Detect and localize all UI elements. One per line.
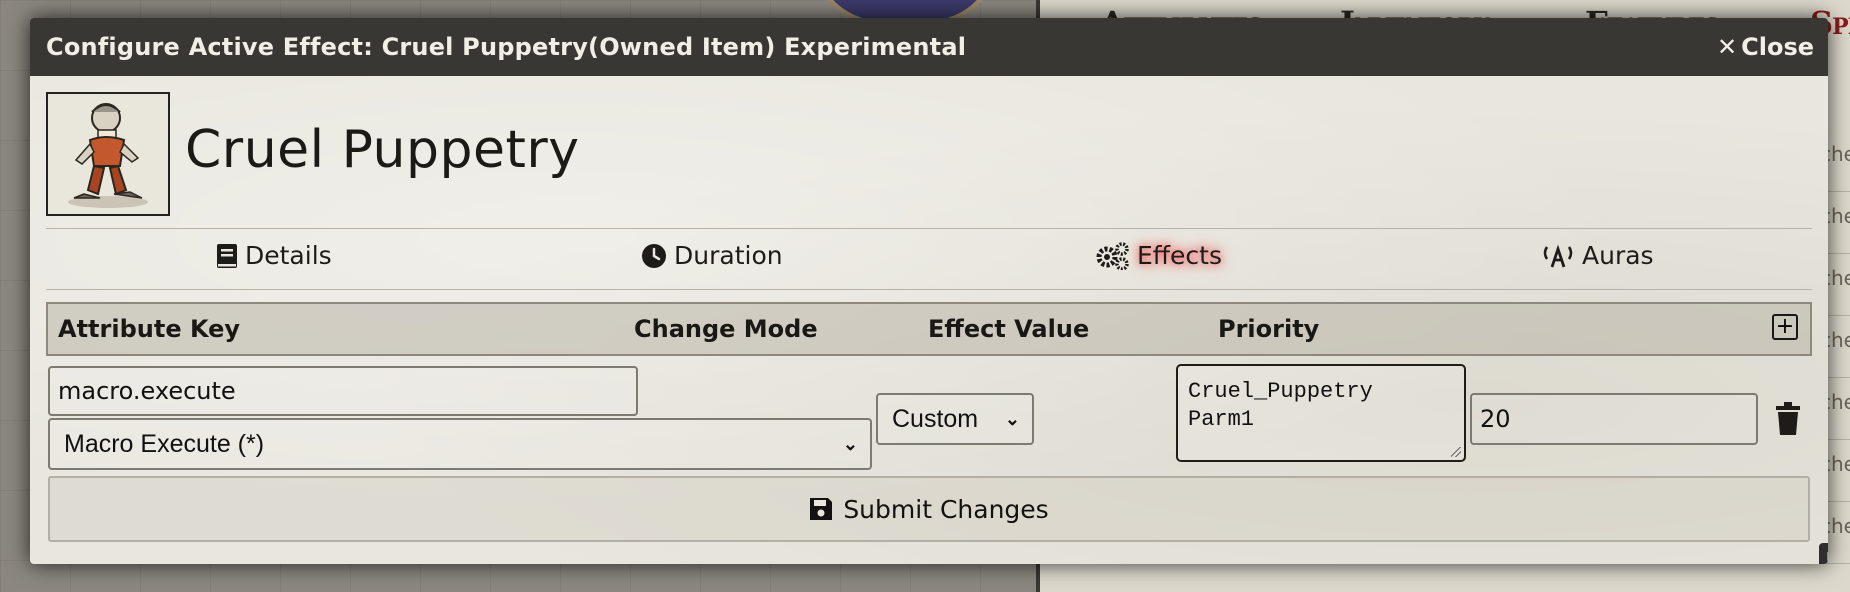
plus-icon: + xyxy=(1775,314,1795,339)
header-attribute-key: Attribute Key xyxy=(58,315,241,343)
add-change-button[interactable]: + xyxy=(1772,314,1798,340)
broadcast-icon xyxy=(1543,244,1573,267)
tab-label: Auras xyxy=(1582,241,1654,270)
effect-portrait[interactable] xyxy=(46,92,170,216)
book-icon xyxy=(217,243,237,268)
effect-header: Cruel Puppetry xyxy=(30,76,1828,232)
gears-icon xyxy=(1096,241,1129,270)
tab-effects[interactable]: Effects xyxy=(1096,241,1222,270)
effect-tabs: Details Duration Effects Auras xyxy=(46,228,1812,290)
close-icon: ✕ xyxy=(1717,33,1738,61)
submit-changes-button[interactable]: Submit Changes xyxy=(48,476,1810,542)
clock-icon xyxy=(642,243,666,268)
change-mode-select[interactable]: Custom ⌄ xyxy=(876,393,1034,445)
header-effect-value: Effect Value xyxy=(928,315,1090,343)
dialog-title: Configure Active Effect: Cruel Puppetry(… xyxy=(46,33,967,61)
tab-duration[interactable]: Duration xyxy=(641,241,783,270)
chevron-down-icon: ⌄ xyxy=(1004,408,1020,429)
active-effect-config-dialog: Configure Active Effect: Cruel Puppetry(… xyxy=(30,18,1828,564)
save-icon xyxy=(810,498,833,520)
effect-value-textarea[interactable]: Cruel_Puppetry Parm1 xyxy=(1176,364,1466,462)
effect-name: Cruel Puppetry xyxy=(185,120,580,180)
tab-label: Details xyxy=(245,241,332,270)
dialog-titlebar[interactable]: Configure Active Effect: Cruel Puppetry(… xyxy=(30,18,1828,76)
trash-icon[interactable] xyxy=(1774,402,1802,436)
header-change-mode: Change Mode xyxy=(634,315,818,343)
attribute-preset-select[interactable]: Macro Execute (*) ⌄ xyxy=(48,418,872,470)
select-value: Custom xyxy=(892,404,979,433)
textarea-value: Cruel_Puppetry Parm1 xyxy=(1188,379,1373,432)
submit-label: Submit Changes xyxy=(843,494,1049,524)
tab-label: Duration xyxy=(674,241,783,270)
tab-details[interactable]: Details xyxy=(216,241,332,270)
close-button[interactable]: ✕ Close xyxy=(1717,33,1814,61)
tab-auras[interactable]: Auras xyxy=(1541,241,1654,270)
puppet-figure-icon xyxy=(68,103,148,208)
select-value: Macro Execute (*) xyxy=(64,429,265,458)
attribute-key-input[interactable]: macro.execute xyxy=(48,366,638,416)
chevron-down-icon: ⌄ xyxy=(842,433,858,454)
dialog-resize-handle[interactable] xyxy=(1819,543,1828,564)
expand-arrows-icon xyxy=(1827,551,1828,562)
close-label: Close xyxy=(1741,33,1814,61)
priority-input[interactable]: 20 xyxy=(1470,393,1758,445)
tab-label: Effects xyxy=(1137,241,1222,270)
changes-table-header: Attribute Key Change Mode Effect Value P… xyxy=(46,302,1812,356)
resize-grip-icon[interactable] xyxy=(1451,447,1461,457)
header-priority: Priority xyxy=(1218,315,1320,343)
